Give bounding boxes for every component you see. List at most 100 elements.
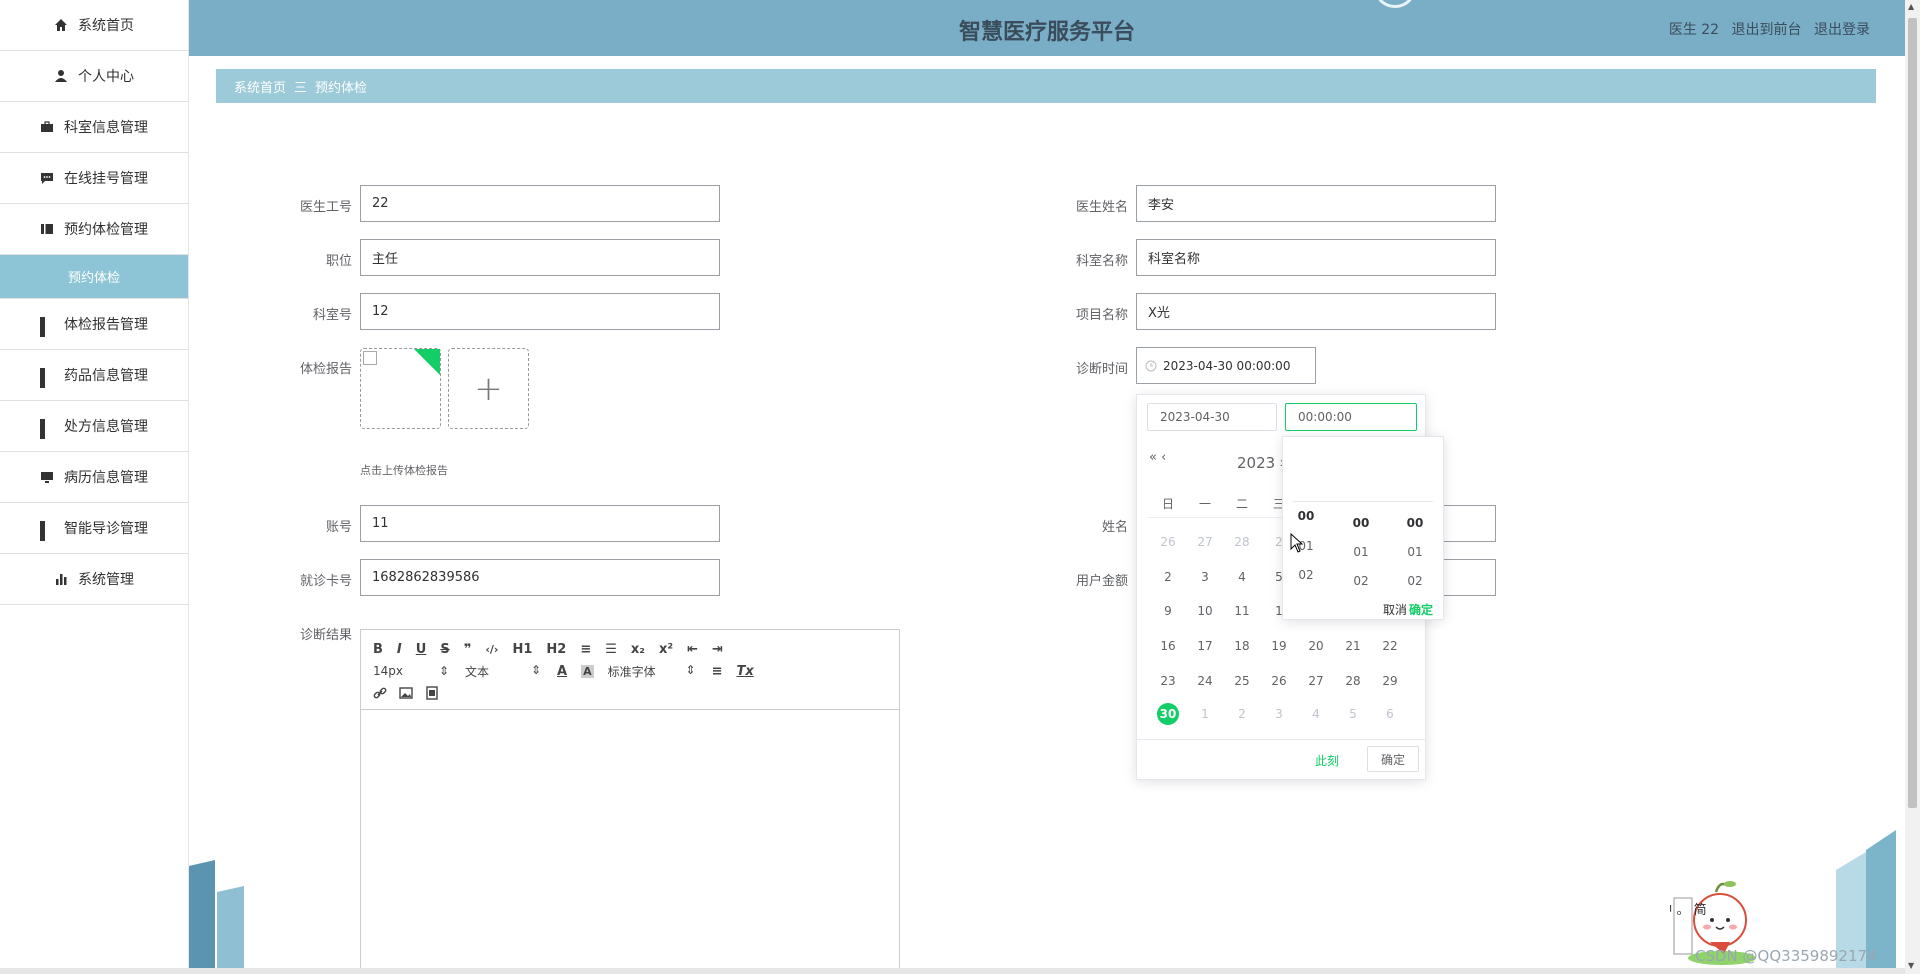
day-cell[interactable]: 21: [1338, 639, 1368, 653]
second-option[interactable]: 01: [1400, 545, 1430, 559]
font-family-select[interactable]: 标准字体 ⇕: [608, 663, 696, 680]
day-cell[interactable]: 11: [1227, 604, 1257, 618]
prev-year-month-nav[interactable]: « ‹: [1149, 450, 1166, 465]
sidebar-item-guide[interactable]: 智能导诊管理: [0, 503, 188, 554]
image-icon[interactable]: [399, 686, 413, 700]
day-cell[interactable]: 17: [1190, 639, 1220, 653]
day-cell[interactable]: 22: [1375, 639, 1405, 653]
account-input[interactable]: 11: [360, 505, 720, 542]
front-link[interactable]: 退出到前台: [1732, 22, 1802, 38]
day-cell[interactable]: 26: [1264, 674, 1294, 688]
day-cell[interactable]: 4: [1301, 707, 1331, 721]
code-button[interactable]: ‹/›: [485, 643, 498, 656]
day-cell[interactable]: 28: [1227, 535, 1257, 549]
upload-button[interactable]: +: [448, 348, 529, 429]
day-cell[interactable]: 4: [1227, 570, 1257, 584]
item-name-input[interactable]: X光: [1136, 293, 1496, 330]
h1-button[interactable]: H1: [512, 642, 532, 657]
dept-no-input[interactable]: 12: [360, 293, 720, 330]
day-cell[interactable]: 1: [1190, 707, 1220, 721]
day-cell-selected[interactable]: 30: [1157, 703, 1179, 725]
minute-option[interactable]: 00: [1346, 516, 1376, 530]
link-icon[interactable]: [373, 686, 387, 700]
day-cell[interactable]: 9: [1153, 604, 1183, 618]
picker-confirm-button[interactable]: 确定: [1367, 746, 1419, 772]
day-cell[interactable]: 26: [1153, 535, 1183, 549]
video-icon[interactable]: [425, 686, 439, 700]
day-cell[interactable]: 3: [1264, 707, 1294, 721]
day-cell[interactable]: 18: [1227, 639, 1257, 653]
vertical-scrollbar[interactable]: ▲ ▼: [1905, 0, 1920, 974]
picker-time-input[interactable]: 00:00:00: [1285, 403, 1417, 431]
superscript-button[interactable]: x²: [659, 642, 673, 657]
picker-date-input[interactable]: 2023-04-30: [1147, 403, 1277, 431]
day-cell[interactable]: 24: [1190, 674, 1220, 688]
day-cell[interactable]: 2: [1153, 570, 1183, 584]
sidebar-item-checkup-mgmt[interactable]: 预约体检管理: [0, 204, 188, 255]
second-option[interactable]: 00: [1400, 516, 1430, 530]
text-color-button[interactable]: A: [557, 664, 567, 679]
editor-content[interactable]: [361, 710, 899, 974]
scrollbar-thumb[interactable]: [1908, 18, 1917, 808]
day-cell[interactable]: 6: [1375, 707, 1405, 721]
indent-button[interactable]: ⇥: [712, 642, 723, 657]
bg-color-button[interactable]: A: [581, 664, 594, 678]
minute-option[interactable]: 01: [1346, 545, 1376, 559]
time-confirm-button[interactable]: 确定: [1409, 601, 1433, 618]
font-size-select[interactable]: 14px ⇕: [373, 664, 449, 678]
sidebar-item-prescription[interactable]: 处方信息管理: [0, 401, 188, 452]
day-cell[interactable]: 16: [1153, 639, 1183, 653]
day-cell[interactable]: 20: [1301, 639, 1331, 653]
doctor-id-input[interactable]: 22: [360, 185, 720, 222]
day-cell[interactable]: 2: [1227, 707, 1257, 721]
hour-option[interactable]: 02: [1291, 568, 1321, 582]
card-input[interactable]: 1682862839586: [360, 559, 720, 596]
sidebar-item-drug[interactable]: 药品信息管理: [0, 350, 188, 401]
day-cell[interactable]: 29: [1375, 674, 1405, 688]
second-option[interactable]: 02: [1400, 574, 1430, 588]
sidebar-item-report[interactable]: 体检报告管理: [0, 299, 188, 350]
doctor-name-input[interactable]: 李安: [1136, 185, 1496, 222]
bold-button[interactable]: B: [373, 642, 383, 657]
day-cell[interactable]: 3: [1190, 570, 1220, 584]
minute-option[interactable]: 02: [1346, 574, 1376, 588]
now-button[interactable]: 此刻: [1315, 752, 1339, 769]
hour-option[interactable]: 00: [1291, 509, 1321, 523]
block-type-select[interactable]: 文本 ⇕: [465, 663, 541, 680]
sidebar-item-system[interactable]: 系统管理: [0, 554, 188, 605]
outdent-button[interactable]: ⇤: [687, 642, 698, 657]
sidebar-item-dept[interactable]: 科室信息管理: [0, 102, 188, 153]
scroll-down-icon[interactable]: ▼: [1908, 961, 1914, 970]
day-cell[interactable]: 10: [1190, 604, 1220, 618]
sidebar-item-registration[interactable]: 在线挂号管理: [0, 153, 188, 204]
day-cell[interactable]: 25: [1227, 674, 1257, 688]
time-cancel-button[interactable]: 取消: [1383, 601, 1407, 618]
h2-button[interactable]: H2: [546, 642, 566, 657]
breadcrumb-home[interactable]: 系统首页: [234, 77, 286, 96]
scroll-up-icon[interactable]: ▲: [1908, 2, 1914, 11]
day-cell[interactable]: 28: [1338, 674, 1368, 688]
report-thumbnail[interactable]: [360, 348, 441, 429]
quote-button[interactable]: ❞: [464, 642, 472, 657]
strike-button[interactable]: S: [440, 642, 449, 657]
sidebar-item-profile[interactable]: 个人中心: [0, 51, 188, 102]
clear-format-button[interactable]: Tx: [736, 664, 753, 679]
align-icon[interactable]: ≡: [712, 664, 723, 679]
day-cell[interactable]: 5: [1338, 707, 1368, 721]
sidebar-subitem-checkup[interactable]: 预约体检: [0, 255, 188, 299]
day-cell[interactable]: 19: [1264, 639, 1294, 653]
bullet-list-button[interactable]: ☰: [605, 642, 617, 657]
sidebar-item-records[interactable]: 病历信息管理: [0, 452, 188, 503]
position-input[interactable]: 主任: [360, 239, 720, 276]
dept-name-input[interactable]: 科室名称: [1136, 239, 1496, 276]
italic-button[interactable]: I: [397, 642, 402, 657]
day-cell[interactable]: 23: [1153, 674, 1183, 688]
day-cell[interactable]: 27: [1190, 535, 1220, 549]
day-cell[interactable]: 27: [1301, 674, 1331, 688]
underline-button[interactable]: U: [416, 642, 427, 657]
sidebar-item-home[interactable]: 系统首页: [0, 0, 188, 51]
logout-link[interactable]: 退出登录: [1814, 22, 1870, 38]
subscript-button[interactable]: x₂: [631, 642, 645, 657]
diag-time-input[interactable]: 2023-04-30 00:00:00: [1136, 347, 1316, 384]
ordered-list-button[interactable]: ≡: [580, 642, 591, 657]
